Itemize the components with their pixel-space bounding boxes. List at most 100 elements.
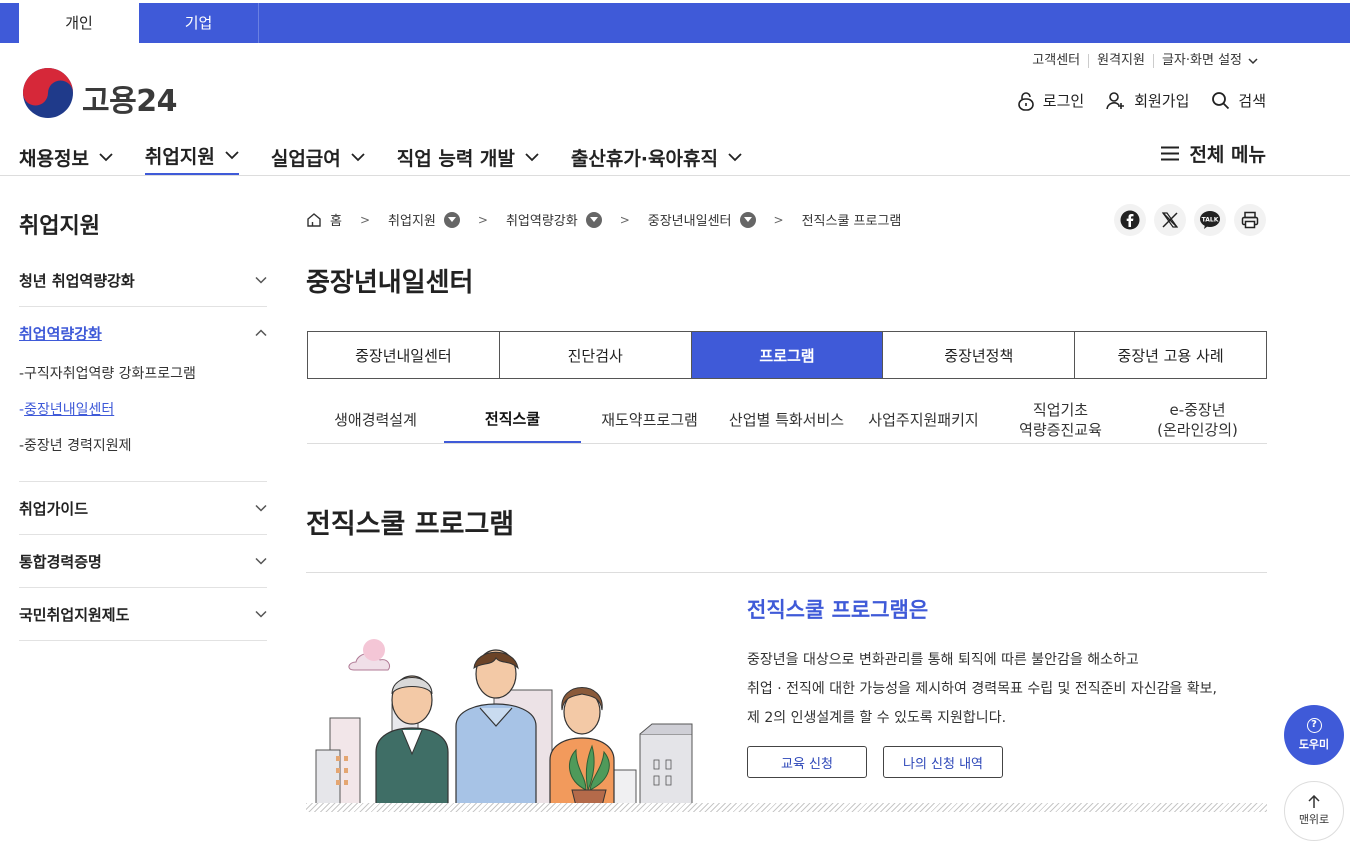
intro-body: 중장년을 대상으로 변화관리를 통해 퇴직에 따른 불안감을 해소하고 취업 ·… bbox=[747, 646, 1217, 733]
tab-personal[interactable]: 개인 bbox=[19, 3, 139, 43]
intro-buttons: 교육 신청 나의 신청 내역 bbox=[747, 746, 1003, 778]
breadcrumb: 홈 > 취업지원 > 취업역량강화 > 중장년내일센터 > 전직스쿨 프로그램 bbox=[306, 210, 901, 229]
tab-policy[interactable]: 중장년정책 bbox=[882, 332, 1074, 378]
x-icon bbox=[1161, 212, 1179, 228]
breadcrumb-item[interactable]: 취업역량강화 bbox=[506, 210, 602, 229]
scroll-top-button[interactable]: 맨위로 bbox=[1284, 781, 1344, 841]
lnb-sub-label: 중장년내일센터 bbox=[24, 402, 115, 418]
lnb-item-guide[interactable]: 취업가이드 bbox=[19, 482, 267, 534]
customer-center-link[interactable]: 고객센터 bbox=[1024, 54, 1088, 68]
intro-title: 전직스쿨 프로그램은 bbox=[747, 598, 929, 622]
kakaotalk-icon: TALK bbox=[1200, 211, 1220, 229]
primary-tabs: 중장년내일센터 진단검사 프로그램 중장년정책 중장년 고용 사례 bbox=[307, 331, 1267, 379]
display-settings-link[interactable]: 글자·화면 설정 bbox=[1152, 54, 1266, 68]
all-menu-label: 전체 메뉴 bbox=[1189, 144, 1266, 166]
lnb-label: 취업가이드 bbox=[19, 499, 89, 518]
tab-business[interactable]: 기업 bbox=[139, 3, 259, 43]
gnb-label: 출산휴가·육아휴직 bbox=[570, 147, 718, 170]
subtab-basic-competency[interactable]: 직업기초 역량증진교육 bbox=[992, 396, 1129, 443]
chevron-down-icon bbox=[255, 610, 267, 618]
page-title: 중장년내일센터 bbox=[306, 268, 474, 298]
subtab-restart[interactable]: 재도약프로그램 bbox=[581, 396, 718, 443]
login-label: 로그인 bbox=[1042, 92, 1085, 110]
taegeuk-logo-icon bbox=[23, 68, 73, 118]
gnb-item-jobs[interactable]: 채용정보 bbox=[19, 138, 113, 176]
dropdown-icon[interactable] bbox=[585, 211, 602, 228]
chevron-right-icon: > bbox=[477, 212, 488, 227]
breadcrumb-home[interactable]: 홈 bbox=[306, 210, 342, 229]
intro-line: 중장년을 대상으로 변화관리를 통해 퇴직에 따른 불안감을 해소하고 bbox=[747, 652, 1139, 668]
lnb-sub-jobseeker-program[interactable]: -구직자취업역량 강화프로그램 bbox=[19, 359, 267, 395]
helper-button[interactable]: ? 도우미 bbox=[1284, 705, 1344, 765]
lnb-sub-midcareer-center[interactable]: -중장년내일센터 bbox=[19, 395, 267, 431]
gnb-item-parental-leave[interactable]: 출산휴가·육아휴직 bbox=[571, 138, 742, 176]
tab-center[interactable]: 중장년내일센터 bbox=[308, 332, 499, 378]
breadcrumb-item[interactable]: 중장년내일센터 bbox=[648, 210, 756, 229]
helper-label: 도우미 bbox=[1298, 738, 1330, 751]
subtab-e-learning[interactable]: e-중장년 (온라인강의) bbox=[1129, 396, 1266, 443]
breadcrumb-label: 전직스쿨 프로그램 bbox=[801, 214, 902, 229]
print-button[interactable] bbox=[1234, 204, 1266, 236]
join-button[interactable]: 회원가입 bbox=[1106, 90, 1189, 111]
secondary-tabs: 생애경력설계 전직스쿨 재도약프로그램 산업별 특화서비스 사업주지원패키지 직… bbox=[307, 396, 1267, 444]
chevron-down-icon bbox=[225, 151, 239, 160]
senior-people-illustration bbox=[315, 639, 693, 806]
facebook-share-button[interactable] bbox=[1114, 204, 1146, 236]
apply-education-button[interactable]: 교육 신청 bbox=[747, 746, 867, 778]
user-links: 로그인 회원가입 검색 bbox=[1017, 90, 1266, 111]
gnb-item-employment-support[interactable]: 취업지원 bbox=[144, 138, 239, 176]
lnb-group: 취업가이드 bbox=[19, 482, 267, 535]
tab-program[interactable]: 프로그램 bbox=[690, 332, 883, 378]
lnb-item-youth[interactable]: 청년 취업역량강화 bbox=[19, 254, 267, 306]
all-menu-button[interactable]: 전체 메뉴 bbox=[1161, 140, 1266, 167]
chevron-down-icon bbox=[255, 557, 267, 565]
subtab-transition-school[interactable]: 전직스쿨 bbox=[444, 396, 581, 443]
arrow-up-icon bbox=[1308, 795, 1320, 808]
chevron-down-icon bbox=[351, 152, 365, 161]
lnb-sub-career-support[interactable]: -중장년 경력지원제 bbox=[19, 431, 267, 467]
dropdown-icon[interactable] bbox=[443, 211, 460, 228]
lnb-submenu: -구직자취업역량 강화프로그램 -중장년내일센터 -중장년 경력지원제 bbox=[19, 359, 267, 481]
dropdown-icon[interactable] bbox=[739, 211, 756, 228]
chevron-right-icon: > bbox=[773, 212, 784, 227]
breadcrumb-current: 전직스쿨 프로그램 bbox=[802, 210, 902, 229]
header-divider bbox=[0, 175, 1350, 176]
my-applications-button[interactable]: 나의 신청 내역 bbox=[883, 746, 1003, 778]
subtab-life-career[interactable]: 생애경력설계 bbox=[307, 396, 444, 443]
search-label: 검색 bbox=[1238, 92, 1266, 110]
breadcrumb-label: 취업지원 bbox=[388, 214, 436, 229]
tab-diagnosis[interactable]: 진단검사 bbox=[498, 332, 691, 378]
lnb-label: 국민취업지원제도 bbox=[19, 605, 130, 624]
breadcrumb-item[interactable]: 취업지원 bbox=[388, 210, 460, 229]
lnb-item-national-support[interactable]: 국민취업지원제도 bbox=[19, 588, 267, 640]
chevron-right-icon: > bbox=[359, 212, 371, 227]
login-button[interactable]: 로그인 bbox=[1017, 90, 1084, 111]
lnb-item-capacity[interactable]: 취업역량강화 bbox=[19, 307, 267, 359]
intro-line: 제 2의 인생설계를 할 수 있도록 지원합니다. bbox=[747, 710, 1007, 726]
lnb-label: 청년 취업역량강화 bbox=[19, 271, 135, 290]
lnb-group: 청년 취업역량강화 bbox=[19, 254, 267, 307]
gnb-label: 취업지원 bbox=[144, 146, 215, 168]
lnb-group: 국민취업지원제도 bbox=[19, 588, 267, 641]
x-share-button[interactable] bbox=[1154, 204, 1186, 236]
kakaotalk-share-button[interactable]: TALK bbox=[1194, 204, 1226, 236]
gnb-item-skill-development[interactable]: 직업 능력 개발 bbox=[397, 138, 539, 176]
chevron-up-icon bbox=[255, 329, 267, 337]
remote-support-link[interactable]: 원격지원 bbox=[1088, 54, 1153, 68]
lnb-item-career-cert[interactable]: 통합경력증명 bbox=[19, 535, 267, 587]
tab-cases[interactable]: 중장년 고용 사례 bbox=[1074, 332, 1266, 378]
utility-links: 고객센터 원격지원 글자·화면 설정 bbox=[1024, 54, 1266, 68]
chevron-down-icon bbox=[728, 152, 742, 161]
user-plus-icon bbox=[1106, 91, 1125, 109]
subtab-industry-service[interactable]: 산업별 특화서비스 bbox=[718, 396, 855, 443]
chevron-down-icon bbox=[525, 152, 539, 161]
subtab-employer-package[interactable]: 사업주지원패키지 bbox=[855, 396, 992, 443]
lnb-label: 취업역량강화 bbox=[19, 324, 102, 343]
search-button[interactable]: 검색 bbox=[1211, 90, 1266, 111]
search-icon bbox=[1212, 92, 1230, 110]
gnb-label: 채용정보 bbox=[19, 147, 89, 170]
lnb-title: 취업지원 bbox=[19, 214, 100, 239]
chevron-down-icon bbox=[99, 152, 113, 161]
gnb-item-unemployment-benefit[interactable]: 실업급여 bbox=[271, 138, 365, 176]
logo-text: 고용24 bbox=[82, 84, 177, 119]
